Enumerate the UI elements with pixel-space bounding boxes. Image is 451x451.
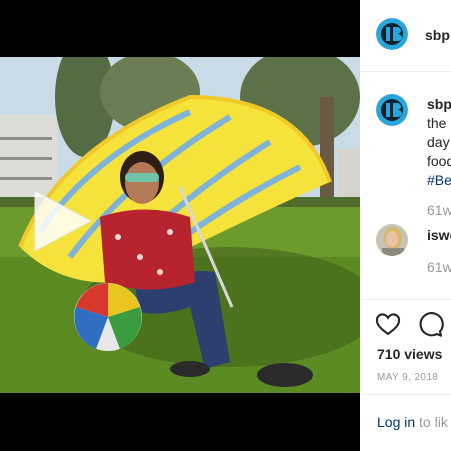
caption-username[interactable]: sbp [427,96,451,112]
commenter-avatar[interactable] [376,224,408,256]
post-sidebar: sbp sbp the day food #Be 61w iswe 61w [360,0,451,451]
caption-hashtag[interactable]: #Be [427,172,451,188]
login-prompt: Log in to lik [377,414,448,430]
heart-icon [375,313,401,336]
video-panel [0,0,360,451]
caption-line: the [427,115,447,131]
commenter-username[interactable]: iswe [427,227,451,243]
like-button[interactable] [374,310,402,343]
play-button[interactable] [31,189,95,253]
caption-avatar[interactable] [376,94,408,126]
caption-line: food [427,153,451,169]
divider [360,394,451,395]
view-count[interactable]: 710 views [377,346,442,362]
divider [360,299,451,300]
play-icon [34,190,93,252]
caption-line: day [427,134,450,150]
commenter-photo [376,224,408,256]
post-date[interactable]: MAY 9, 2018 [377,372,438,383]
profile-logo-icon [376,94,408,126]
post-header: sbp [360,0,451,72]
comment-button[interactable] [416,310,444,343]
login-prompt-text: to lik [419,414,448,430]
header-username[interactable]: sbp [425,27,450,43]
caption-time: 61w [427,202,451,218]
profile-logo-icon [376,18,408,50]
comment-icon [419,312,444,337]
comment-time: 61w [427,259,451,275]
profile-avatar[interactable] [376,18,408,50]
login-link[interactable]: Log in [377,414,415,430]
